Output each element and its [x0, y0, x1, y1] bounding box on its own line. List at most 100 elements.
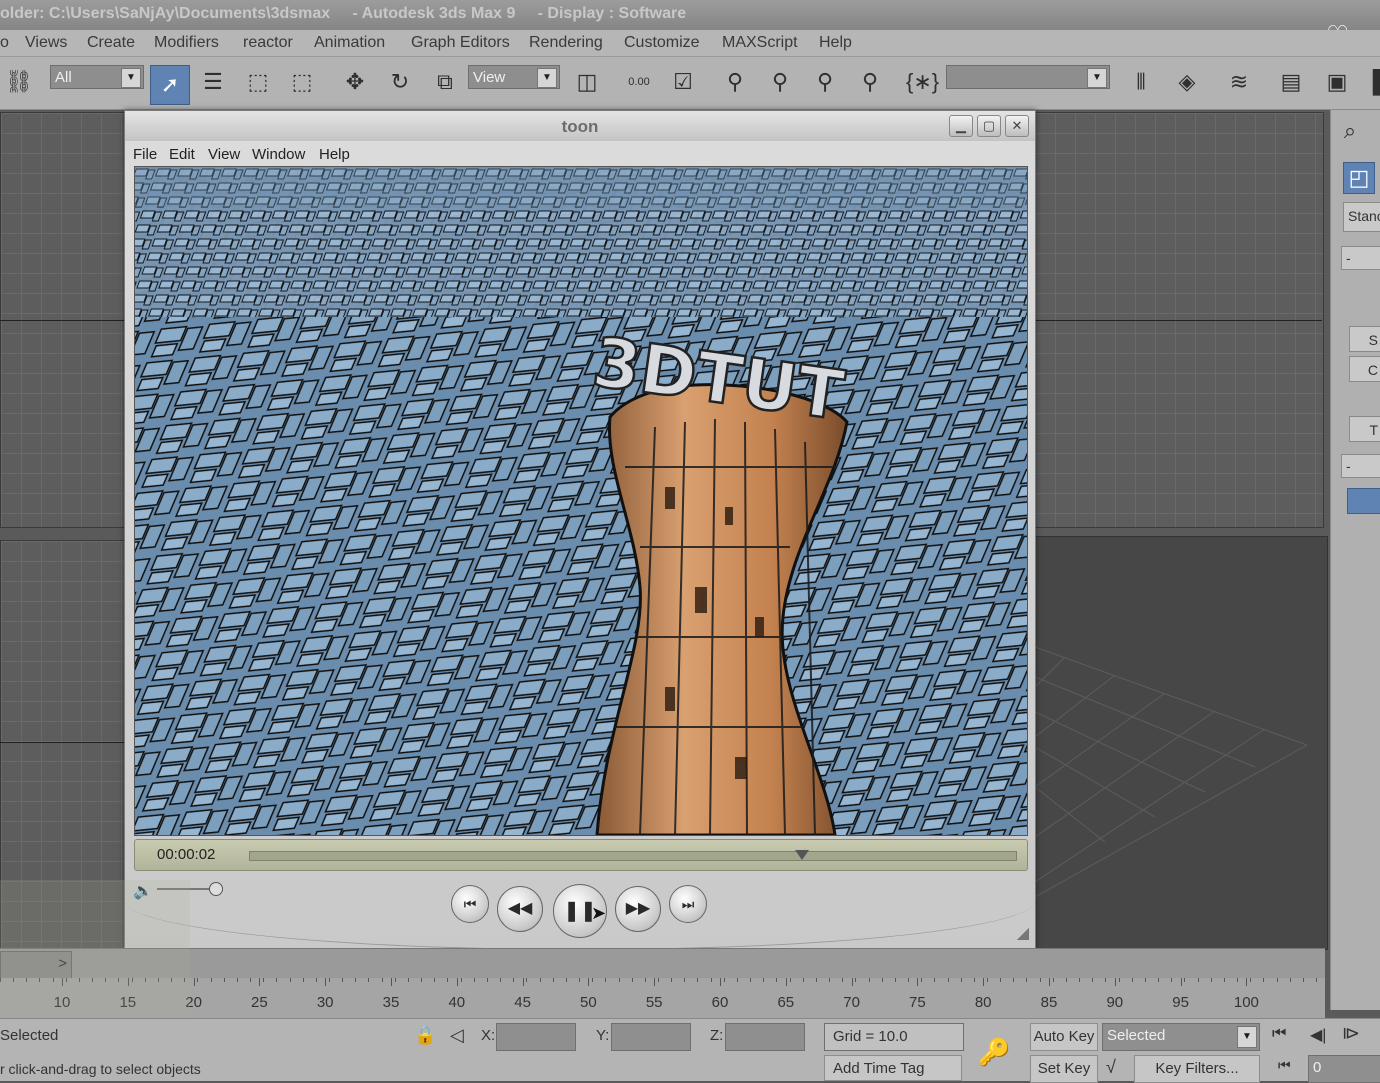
- curve-editor-icon[interactable]: ▤: [1276, 67, 1306, 97]
- scale-icon[interactable]: ⧉: [430, 67, 460, 97]
- minimize-icon[interactable]: ▁: [949, 115, 973, 137]
- timeline-minor-tick: [618, 978, 620, 982]
- viewport-perspective[interactable]: [1034, 536, 1328, 950]
- close-icon[interactable]: ✕: [1005, 115, 1029, 137]
- playback-track[interactable]: [249, 850, 1017, 861]
- schematic-view-icon[interactable]: ▣: [1322, 67, 1352, 97]
- window-crossing-icon[interactable]: ⬚: [287, 67, 317, 97]
- menu-help[interactable]: Help: [819, 34, 852, 52]
- key-mode-toggle-icon[interactable]: ⏮: [1278, 1057, 1291, 1074]
- rollout-toggle[interactable]: -: [1341, 246, 1380, 270]
- menu-file[interactable]: o: [0, 34, 9, 52]
- reference-coordinate-dropdown[interactable]: View ▼: [468, 65, 560, 89]
- grid-display: Grid = 10.0: [824, 1023, 964, 1051]
- toon-menu-file[interactable]: File: [133, 146, 157, 163]
- bind-space-warp-icon[interactable]: ⛓: [4, 67, 34, 97]
- add-time-tag-button[interactable]: Add Time Tag: [824, 1055, 962, 1081]
- key-mode-dropdown[interactable]: Selected ▼: [1102, 1023, 1260, 1051]
- rollout-toggle[interactable]: -: [1341, 454, 1380, 478]
- geometry-icon[interactable]: ◰: [1343, 162, 1375, 194]
- menu-animation[interactable]: Animation: [314, 34, 385, 52]
- key-icon[interactable]: 🔑: [978, 1037, 1010, 1068]
- timeline-tick-label: 95: [1172, 994, 1189, 1011]
- volume-knob[interactable]: [209, 882, 223, 896]
- go-to-start-icon[interactable]: ⏮: [1272, 1025, 1286, 1043]
- set-key-button[interactable]: Set Key: [1030, 1055, 1098, 1083]
- y-coordinate-field[interactable]: [611, 1023, 691, 1051]
- menu-maxscript[interactable]: MAXScript: [722, 34, 798, 52]
- curve-icon[interactable]: √: [1106, 1057, 1116, 1078]
- chevron-down-icon[interactable]: ▼: [1237, 1026, 1257, 1048]
- toon-menu-edit[interactable]: Edit: [169, 146, 195, 163]
- fast-forward-icon[interactable]: ▶▶: [615, 886, 661, 932]
- skip-to-start-icon[interactable]: ⏮: [451, 885, 489, 923]
- toon-player-window: toon ▁ ▢ ✕ File Edit View Window Help 3D…: [124, 110, 1036, 950]
- color-swatch[interactable]: [1347, 488, 1380, 514]
- playhead-icon[interactable]: [794, 850, 809, 860]
- transform-mode-icon[interactable]: ◁: [450, 1025, 464, 1046]
- menu-modifiers[interactable]: Modifiers: [154, 34, 219, 52]
- timeline-minor-tick: [592, 978, 594, 982]
- rewind-icon[interactable]: ◀◀: [497, 886, 543, 932]
- spinner-snap-toggle-icon[interactable]: ⚲: [855, 67, 885, 97]
- command-panel-button[interactable]: C: [1349, 356, 1380, 382]
- rotate-icon[interactable]: ↻: [385, 67, 415, 97]
- spinner-snap-icon[interactable]: 0.00: [624, 67, 654, 97]
- app-title-bar: older: C:\Users\SaNjAy\Documents\3dsmax …: [0, 0, 1380, 30]
- snaps-icon[interactable]: ⚲: [720, 67, 750, 97]
- percent-snap-icon[interactable]: ⚲: [810, 67, 840, 97]
- toon-menu-view[interactable]: View: [208, 146, 240, 163]
- snap-toggle-icon[interactable]: ☑: [668, 67, 698, 97]
- skip-to-end-icon[interactable]: ⏭: [669, 885, 707, 923]
- command-panel-button[interactable]: S: [1349, 326, 1380, 352]
- timeline-minor-tick: [407, 978, 409, 982]
- align-icon[interactable]: ◈: [1172, 67, 1202, 97]
- menu-rendering[interactable]: Rendering: [529, 34, 603, 52]
- menu-graph-editors[interactable]: Graph Editors: [411, 34, 510, 52]
- material-editor-icon[interactable]: ▐: [1365, 67, 1380, 97]
- named-selection-dropdown[interactable]: ▼: [946, 65, 1110, 89]
- selection-filter-dropdown[interactable]: All ▼: [50, 65, 144, 89]
- command-panel-button[interactable]: T: [1349, 416, 1380, 442]
- key-filters-button[interactable]: Key Filters...: [1134, 1055, 1260, 1083]
- edit-named-selections-icon[interactable]: {∗}: [906, 67, 939, 97]
- play-icon[interactable]: ⧐: [1342, 1023, 1360, 1044]
- select-object-icon[interactable]: ➚: [150, 65, 190, 105]
- menu-customize[interactable]: Customize: [624, 34, 700, 52]
- rect-selection-icon[interactable]: ⬚: [243, 67, 273, 97]
- timeline-minor-tick: [723, 978, 725, 982]
- auto-key-button[interactable]: Auto Key: [1030, 1023, 1098, 1051]
- toon-menu-help[interactable]: Help: [319, 146, 350, 163]
- menu-create[interactable]: Create: [87, 34, 135, 52]
- track-bar[interactable]: 10 15 20 25 30 35 40 45 50 55 60 65 70 75 80 85 90 95 100: [0, 978, 1325, 1018]
- chevron-down-icon[interactable]: ▼: [537, 68, 557, 88]
- timeline-minor-tick: [197, 978, 199, 982]
- toon-menu-window[interactable]: Window: [252, 146, 305, 163]
- menu-reactor[interactable]: reactor: [243, 34, 293, 52]
- viewport-axis-line: [0, 742, 124, 743]
- previous-frame-icon[interactable]: ◀|: [1310, 1025, 1326, 1045]
- timeline-minor-tick: [1316, 978, 1317, 982]
- maximize-icon[interactable]: ▢: [977, 115, 1001, 137]
- mirror-icon[interactable]: ⫴: [1126, 67, 1156, 97]
- pivot-center-icon[interactable]: ◫: [572, 67, 602, 97]
- current-frame-field[interactable]: 0: [1308, 1055, 1380, 1083]
- angle-snap-icon[interactable]: ⚲: [765, 67, 795, 97]
- x-coordinate-field[interactable]: [496, 1023, 576, 1051]
- menu-views[interactable]: Views: [25, 34, 67, 52]
- object-type-dropdown[interactable]: Stanc: [1343, 202, 1380, 232]
- timeline-minor-tick: [697, 978, 699, 982]
- layer-manager-icon[interactable]: ≋: [1224, 67, 1254, 97]
- move-icon[interactable]: ✥: [340, 67, 370, 97]
- chevron-down-icon[interactable]: ▼: [1087, 68, 1107, 88]
- prompt-line: r click-and-drag to select objects: [0, 1061, 201, 1077]
- z-coordinate-field[interactable]: [725, 1023, 805, 1051]
- select-by-name-icon[interactable]: ☰: [198, 67, 228, 97]
- lock-icon[interactable]: 🔒: [414, 1025, 436, 1046]
- magnifier-icon[interactable]: ⌕: [1335, 116, 1365, 146]
- timeline-minor-tick: [263, 978, 265, 982]
- resize-grip-icon[interactable]: ◢: [1017, 923, 1029, 943]
- time-slider[interactable]: >: [0, 948, 1325, 979]
- chevron-down-icon[interactable]: ▼: [121, 68, 141, 88]
- timeline-minor-tick: [684, 978, 686, 982]
